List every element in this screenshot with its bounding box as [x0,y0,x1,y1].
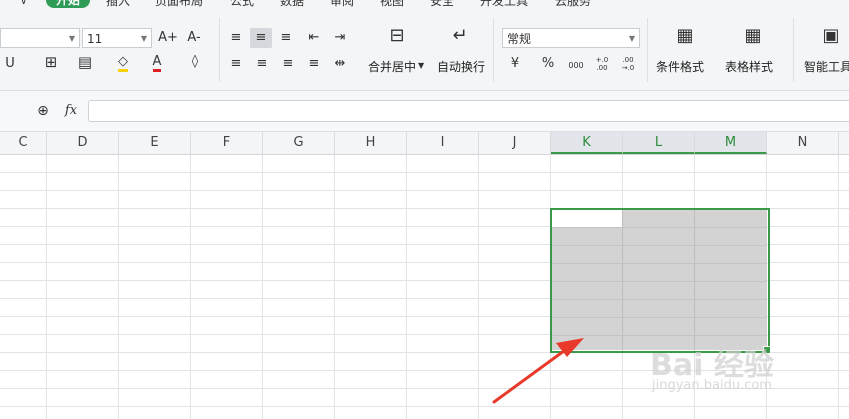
grid-line [262,155,263,419]
conditional-format-icon[interactable]: ▦ [672,27,698,45]
column-header[interactable]: I [407,132,479,154]
table-style-icon[interactable]: ▦ [740,27,766,45]
grid-line [0,172,849,173]
grid-line [190,155,191,419]
grid-line [46,155,47,419]
column-header[interactable]: D [47,132,119,154]
grid-line [0,406,849,407]
tab-view[interactable]: 视图 [380,0,404,8]
smart-tools-icon[interactable]: ▣ [818,27,844,45]
smart-tools-label[interactable]: 智能工具 [804,58,849,75]
column-header-selected[interactable]: K [551,132,623,154]
watermark-url: jingyan.baidu.com [652,378,772,393]
tab-home[interactable]: 开始 [46,0,91,8]
borders-icon[interactable]: ⊞ [40,54,62,70]
grid-line [478,155,479,419]
selection-border [550,208,770,353]
clear-format-icon[interactable]: ◊ [184,54,206,70]
formula-bar: ⊕ fx [0,91,849,132]
column-header[interactable]: G [263,132,335,154]
ribbon-tab-bar: ∨ 开始 插入 页面布局 公式 数据 审阅 视图 安全 开发工具 云服务 [0,0,849,10]
column-header[interactable]: J [479,132,551,154]
font-color-icon[interactable]: A [146,54,168,72]
tab-review[interactable]: 审阅 [330,0,354,8]
indent-decrease-icon[interactable]: ⇤ [304,30,324,46]
tab-cloud[interactable]: 云服务 [555,0,591,8]
align-right-icon[interactable]: ≡ [278,56,298,72]
font-size-select[interactable]: 11 ▼ [82,28,152,48]
underline-icon[interactable]: U [2,56,18,72]
currency-icon[interactable]: ¥ [504,56,526,72]
ribbon-separator [647,18,648,82]
grid-line [0,190,849,191]
merge-center-label[interactable]: 合并居中 [368,58,416,75]
column-header[interactable]: F [191,132,263,154]
conditional-format-label[interactable]: 条件格式 [656,58,704,75]
font-name-select[interactable]: ▼ [0,28,80,48]
align-center-icon[interactable]: ≡ [252,56,272,72]
column-header-row: C D E F G H I J K L M N [0,132,849,155]
column-header[interactable]: H [335,132,407,154]
tab-formulas[interactable]: 公式 [230,0,254,8]
column-header[interactable]: N [767,132,839,154]
column-header[interactable]: E [119,132,191,154]
grid-line [334,155,335,419]
increase-decimal-icon[interactable]: +.0 .00 [590,56,614,72]
decrease-decimal-icon[interactable]: .00 →.0 [616,56,640,72]
tab-page-layout[interactable]: 页面布局 [155,0,203,8]
fx-icon[interactable]: fx [60,103,82,119]
tab-insert[interactable]: 插入 [106,0,130,8]
ribbon-separator [219,18,220,82]
column-header-selected[interactable]: M [695,132,767,154]
chevron-down-icon[interactable]: ∨ [20,0,27,10]
formula-input[interactable] [88,100,849,122]
font-grow-icon[interactable]: A+ [158,30,178,46]
fill-pattern-icon[interactable]: ▤ [74,54,96,70]
column-header-selected[interactable]: L [623,132,695,154]
ribbon-separator [793,18,794,82]
grid-line [118,155,119,419]
merge-center-icon[interactable]: ⊟ [384,27,410,45]
align-bottom-icon[interactable]: ≡ [276,30,296,46]
indent-increase-icon[interactable]: ⇥ [330,30,350,46]
zoom-search-icon[interactable]: ⊕ [34,103,52,119]
wrap-text-label[interactable]: 自动换行 [437,58,485,75]
thousands-separator-icon[interactable]: 000 [564,58,588,74]
grid-line [406,155,407,419]
align-top-icon[interactable]: ≡ [226,30,246,46]
tab-security[interactable]: 安全 [430,0,454,8]
align-left-icon[interactable]: ≡ [226,56,246,72]
grid-line [838,155,839,419]
fill-color-icon[interactable]: ◇ [112,54,134,72]
number-format-select[interactable]: 常规 ▼ [502,28,640,48]
ribbon-toolbar: ▼ 11 ▼ A+ A- U ⊞ ▤ ◇ A ◊ ≡ ≡ ≡ ⇤ ⇥ ≡ ≡ ≡ … [0,10,849,91]
tab-data[interactable]: 数据 [280,0,304,8]
wrap-text-icon[interactable]: ↵ [447,27,473,45]
percent-icon[interactable]: % [538,56,558,72]
distributed-align-icon[interactable]: ⇹ [330,56,350,72]
table-style-label[interactable]: 表格样式 [725,58,773,75]
column-header[interactable]: C [0,132,47,154]
chevron-down-icon[interactable]: ▼ [418,58,424,74]
justify-icon[interactable]: ≡ [304,56,324,72]
ribbon-separator [493,18,494,82]
tab-developer[interactable]: 开发工具 [480,0,528,8]
align-middle-icon[interactable]: ≡ [250,28,272,48]
font-shrink-icon[interactable]: A- [184,30,204,46]
